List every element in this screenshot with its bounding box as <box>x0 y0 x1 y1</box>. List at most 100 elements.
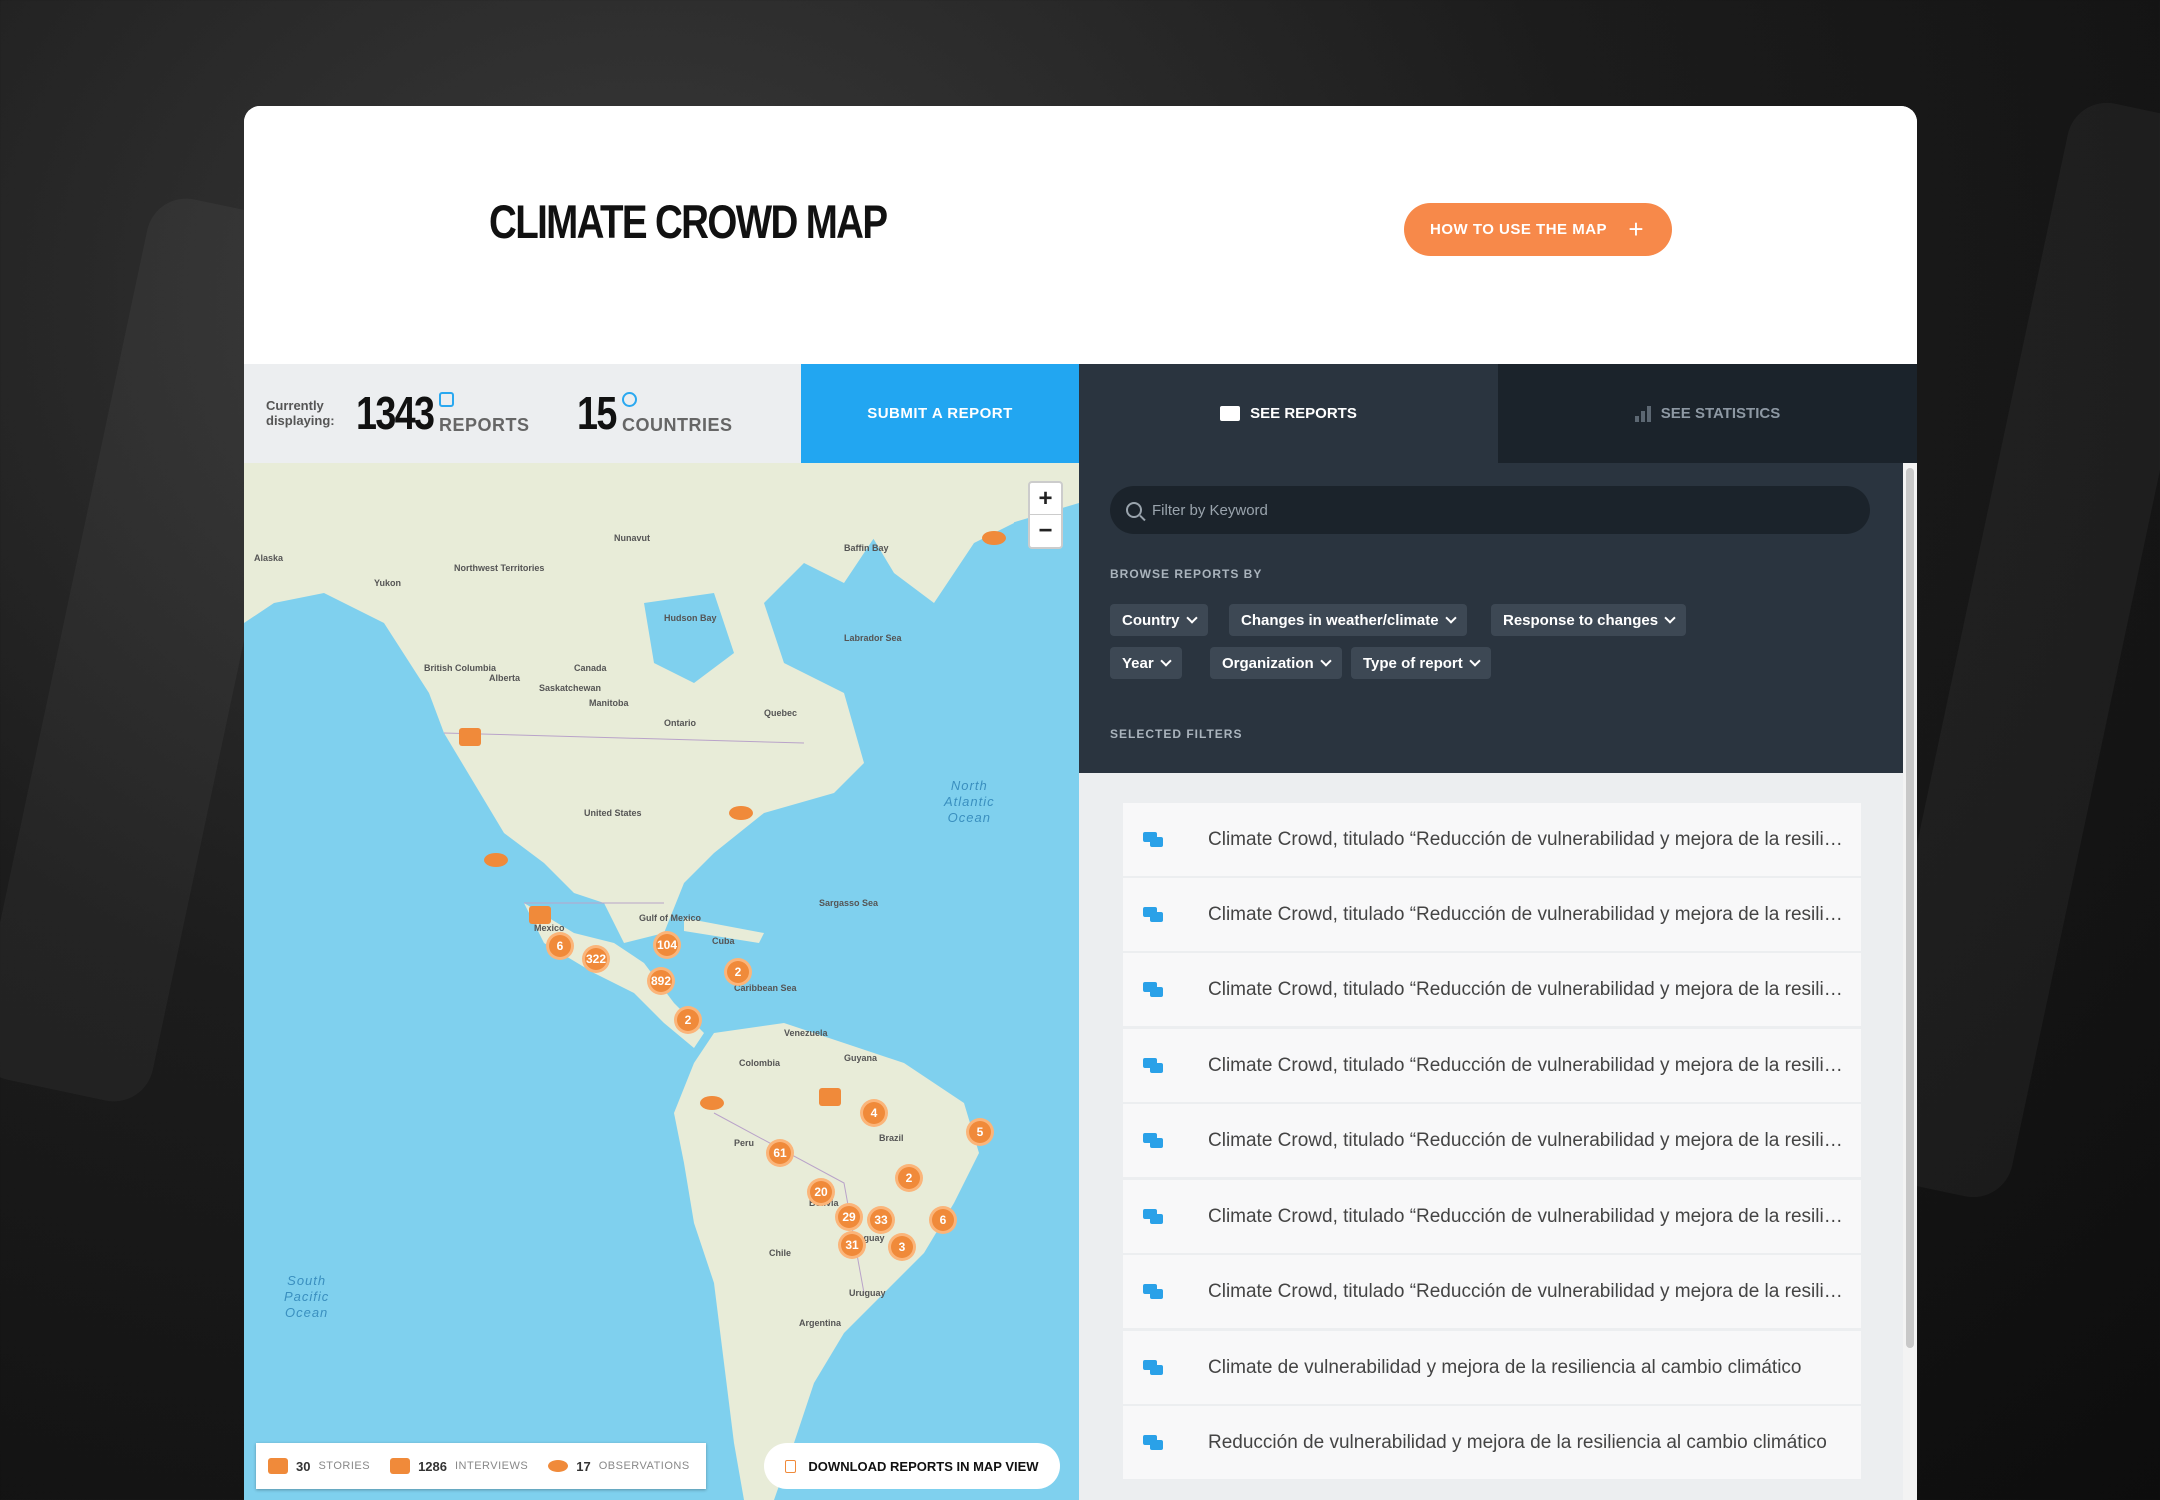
map-label: Ontario <box>664 718 697 728</box>
report-item[interactable]: Climate Crowd, titulado “Reducción de vu… <box>1123 953 1861 1026</box>
interview-pin[interactable] <box>819 1088 841 1106</box>
tab-see-reports-label: SEE REPORTS <box>1250 405 1357 422</box>
countries-label: COUNTRIES <box>622 415 733 435</box>
keyword-search[interactable] <box>1110 486 1870 534</box>
map-label: Saskatchewan <box>539 683 602 693</box>
map-cluster[interactable]: 2 <box>674 1006 702 1034</box>
map-label: Hudson Bay <box>664 613 717 623</box>
interview-pin[interactable] <box>459 728 481 746</box>
map-cluster[interactable]: 2 <box>895 1164 923 1192</box>
map-cluster[interactable]: 20 <box>807 1178 835 1206</box>
map-label: British Columbia <box>424 663 497 673</box>
report-title: Climate Crowd, titulado “Reducción de vu… <box>1208 1055 1853 1076</box>
filter-response[interactable]: Response to changes <box>1491 604 1687 636</box>
report-list-scrollbar[interactable] <box>1903 463 1917 1500</box>
chevron-down-icon <box>1469 655 1481 667</box>
filter-year[interactable]: Year <box>1110 647 1182 679</box>
map-cluster[interactable]: 33 <box>867 1206 895 1234</box>
interviews-count: 1286 <box>418 1458 447 1474</box>
how-to-use-button[interactable]: HOW TO USE THE MAP + <box>1404 203 1672 256</box>
stories-label: STORIES <box>318 1460 371 1472</box>
map-cluster[interactable]: 2 <box>724 958 752 986</box>
report-item[interactable]: Climate Crowd, titulado “Reducción de vu… <box>1123 878 1861 951</box>
interview-pin[interactable] <box>529 906 551 924</box>
chevron-down-icon <box>1444 612 1457 624</box>
interview-icon <box>390 1458 411 1474</box>
globe-icon <box>622 392 637 407</box>
scrollbar-thumb[interactable] <box>1906 468 1914 1348</box>
map-label: Gulf of Mexico <box>639 913 702 923</box>
interview-chat-icon <box>1143 1058 1163 1074</box>
report-item[interactable]: Climate Crowd, titulado “Reducción de vu… <box>1123 1180 1861 1253</box>
observation-pin[interactable] <box>700 1096 724 1110</box>
map-legend: 30 STORIES 1286 INTERVIEWS 17 OBSERVATIO… <box>256 1443 706 1489</box>
interview-chat-icon <box>1143 1435 1163 1451</box>
map-cluster[interactable]: 3 <box>888 1233 916 1261</box>
interview-chat-icon <box>1143 832 1163 848</box>
filter-country[interactable]: Country <box>1110 604 1208 636</box>
countries-count: 15 <box>577 387 617 439</box>
zoom-out-button[interactable]: − <box>1030 515 1061 547</box>
report-title: Climate Crowd, titulado “Reducción de vu… <box>1208 979 1853 1000</box>
report-list: Climate Crowd, titulado “Reducción de vu… <box>1079 773 1903 1500</box>
interview-chat-icon <box>1143 982 1163 998</box>
submit-report-button[interactable]: SUBMIT A REPORT <box>801 364 1079 463</box>
tab-see-statistics[interactable]: SEE STATISTICS <box>1498 364 1917 463</box>
chevron-down-icon <box>1160 655 1172 667</box>
map-cluster[interactable]: 5 <box>966 1118 994 1146</box>
report-title: Climate Crowd, titulado “Reducción de vu… <box>1208 1281 1853 1302</box>
map-view[interactable]: North Atlantic Ocean South Pacific Ocean Can… <box>244 463 1079 1500</box>
map-label: Northwest Territories <box>454 563 545 573</box>
report-item[interactable]: Reducción de vulnerabilidad y mejora de … <box>1123 1406 1861 1479</box>
report-item[interactable]: Climate Crowd, titulado “Reducción de vu… <box>1123 803 1861 876</box>
page-header: CLIMATE CROWD MAP HOW TO USE THE MAP + <box>244 106 1917 364</box>
main-card: CLIMATE CROWD MAP HOW TO USE THE MAP + C… <box>244 106 1917 1500</box>
tab-see-reports[interactable]: SEE REPORTS <box>1079 364 1498 463</box>
map-label: Canada <box>574 663 607 673</box>
map-label: Chile <box>769 1248 792 1258</box>
map-label: Brazil <box>879 1133 904 1143</box>
report-item[interactable]: Climate Crowd, titulado “Reducción de vu… <box>1123 1104 1861 1177</box>
filter-type-of-report[interactable]: Type of report <box>1351 647 1491 679</box>
observation-pin[interactable] <box>729 806 753 820</box>
report-item[interactable]: Climate Crowd, titulado “Reducción de vu… <box>1123 1029 1861 1102</box>
map-cluster[interactable]: 6 <box>929 1206 957 1234</box>
download-reports-button[interactable]: DOWNLOAD REPORTS IN MAP VIEW <box>764 1443 1060 1489</box>
report-item[interactable]: Climate Crowd, titulado “Reducción de vu… <box>1123 1255 1861 1328</box>
map-label: Alberta <box>489 673 521 683</box>
map-cluster[interactable]: 29 <box>835 1203 863 1231</box>
map-cluster[interactable]: 104 <box>653 931 681 959</box>
map-label: Peru <box>734 1138 755 1148</box>
ocean-label-north-atlantic: North Atlantic Ocean <box>944 778 995 825</box>
interview-chat-icon <box>1143 1284 1163 1300</box>
map-cluster[interactable]: 892 <box>647 967 675 995</box>
observation-pin[interactable] <box>484 853 508 867</box>
map-label: Manitoba <box>589 698 629 708</box>
interview-chat-icon <box>1143 907 1163 923</box>
map-cluster[interactable]: 31 <box>838 1231 866 1259</box>
map-cluster[interactable]: 4 <box>860 1099 888 1127</box>
observation-pin[interactable] <box>982 531 1006 545</box>
report-tabs: SEE REPORTS SEE STATISTICS <box>1079 364 1917 463</box>
filter-organization[interactable]: Organization <box>1210 647 1342 679</box>
report-item[interactable]: Climate de vulnerabilidad y mejora de la… <box>1123 1331 1861 1404</box>
chevron-down-icon <box>1664 612 1676 624</box>
reports-count: 1343 <box>356 387 435 439</box>
map-label: Quebec <box>764 708 798 718</box>
map-label: Alaska <box>254 553 284 563</box>
keyword-search-input[interactable] <box>1152 501 1832 519</box>
bar-chart-icon <box>1634 405 1651 422</box>
filter-weather-changes[interactable]: Changes in weather/climate <box>1229 604 1467 636</box>
plus-icon: + <box>1628 214 1644 244</box>
map-cluster[interactable]: 322 <box>582 945 610 973</box>
chevron-down-icon <box>1320 655 1332 667</box>
map-cluster[interactable]: 6 <box>546 932 574 960</box>
zoom-in-button[interactable]: + <box>1030 483 1061 515</box>
map-label: Baffin Bay <box>844 543 889 553</box>
map-label: Yukon <box>374 578 402 588</box>
map-label: Nunavut <box>614 533 650 543</box>
report-title: Climate Crowd, titulado “Reducción de vu… <box>1208 1206 1853 1227</box>
stats-bar: Currently displaying: 1343 REPORTS 15 CO… <box>244 364 801 463</box>
map-cluster[interactable]: 61 <box>766 1139 794 1167</box>
report-icon <box>439 392 454 407</box>
